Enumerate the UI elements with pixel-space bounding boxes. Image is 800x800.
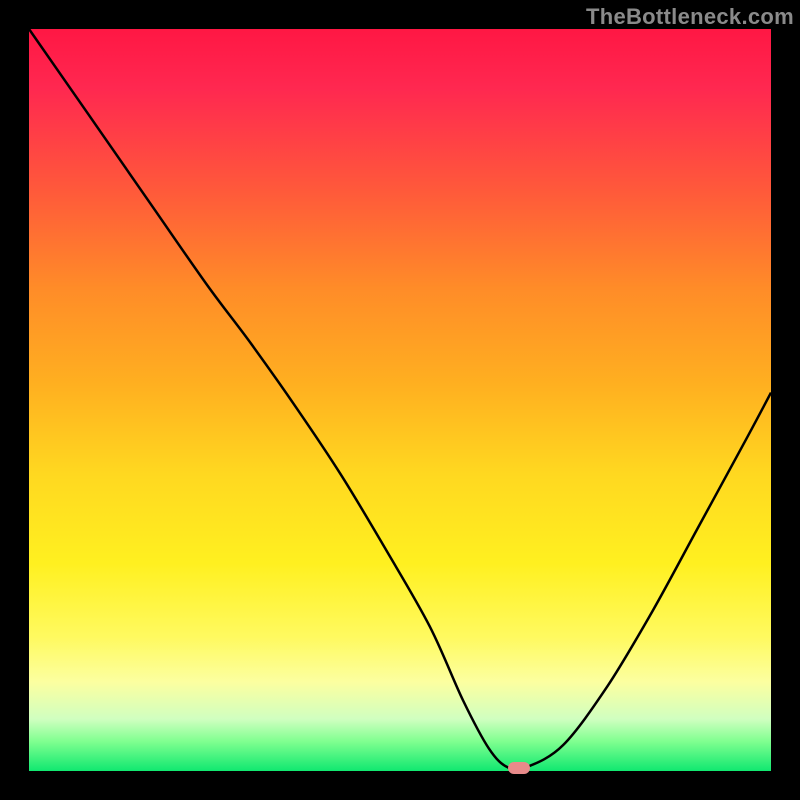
chart-plot-area (29, 29, 771, 771)
curve-path (29, 29, 771, 770)
bottleneck-curve (29, 29, 771, 771)
watermark-text: TheBottleneck.com (586, 4, 794, 30)
optimal-point-marker (508, 762, 530, 774)
